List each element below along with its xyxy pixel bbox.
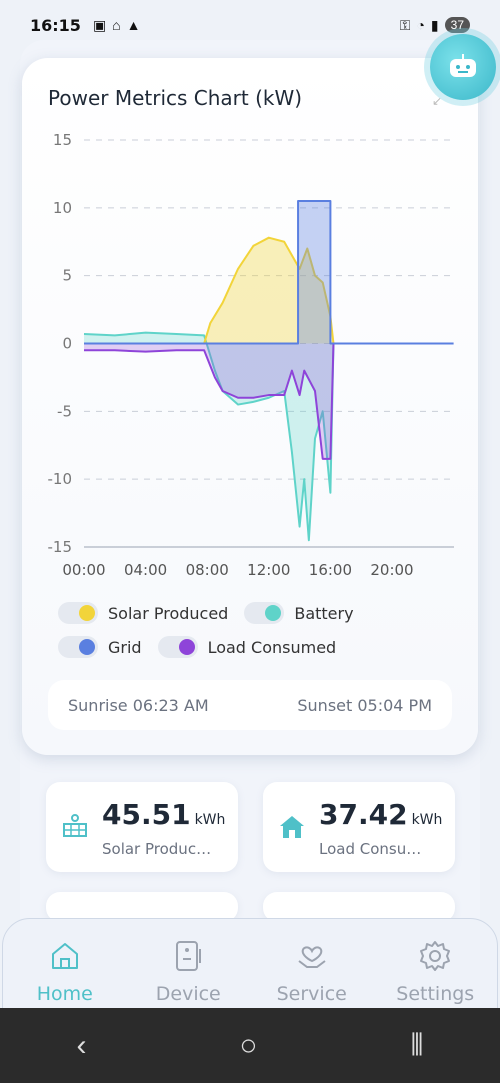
sun-times-box: Sunrise 06:23 AM Sunset 05:04 PM xyxy=(48,680,452,730)
stat-unit: kWh xyxy=(411,812,443,828)
legend-label: Solar Produced xyxy=(108,603,229,623)
battery-badge: 37 xyxy=(444,17,470,33)
back-icon[interactable]: ‹ xyxy=(76,1029,86,1063)
solar-toggle[interactable] xyxy=(58,602,98,624)
service-icon xyxy=(298,946,326,968)
nav-label: Service xyxy=(276,983,347,1005)
power-metrics-card: Power Metrics Chart (kW) ↙ 15 10 5 0 -5 -10 -1… xyxy=(22,58,478,755)
screenshot-icon: ▣ xyxy=(92,16,107,33)
stat-value: 37.42 kWh xyxy=(319,798,442,831)
alert-icon: ▲ xyxy=(126,16,141,33)
nav-label: Settings xyxy=(396,983,475,1005)
toggle-knob xyxy=(265,605,282,621)
x-tick-label: 20:00 xyxy=(370,561,413,579)
y-tick-label: 10 xyxy=(53,199,72,217)
home-icon xyxy=(51,943,78,969)
legend-row: Solar Produced Battery xyxy=(58,596,458,630)
x-tick-label: 04:00 xyxy=(124,561,167,579)
nav-label: Home xyxy=(36,983,93,1005)
key-icon: ⚿ xyxy=(399,16,411,33)
chat-assistant-button[interactable] xyxy=(430,34,496,100)
nav-service[interactable]: Service xyxy=(257,939,367,1017)
recents-icon[interactable]: ⦀ xyxy=(410,1029,423,1063)
house-icon xyxy=(280,816,304,838)
y-tick-label: -5 xyxy=(57,402,72,420)
y-tick-label: 15 xyxy=(53,131,72,149)
wifi-icon: ◔ xyxy=(416,17,425,33)
legend-grid[interactable]: Grid xyxy=(58,636,142,658)
legend-load[interactable]: Load Consumed xyxy=(157,636,337,658)
stat-number: 45.51 xyxy=(102,798,191,831)
legend-label: Load Consumed xyxy=(207,637,337,657)
legend-battery[interactable]: Battery xyxy=(244,602,354,624)
stat-label: Load Consu… xyxy=(319,840,422,858)
legend-label: Battery xyxy=(294,603,354,623)
sunset-text: Sunset 05:04 PM xyxy=(297,695,432,715)
robot-icon xyxy=(450,54,476,77)
toggle-knob xyxy=(178,639,195,655)
legend-solar[interactable]: Solar Produced xyxy=(58,602,228,624)
chart-legend: Solar Produced Battery Grid Load Consume… xyxy=(58,596,458,664)
battery-toggle[interactable] xyxy=(244,602,285,624)
load-consumed-card[interactable]: 37.42 kWh Load Consu… xyxy=(263,782,455,872)
x-tick-label: 16:00 xyxy=(309,561,352,579)
x-tick-label: 08:00 xyxy=(186,561,229,579)
x-tick-label: 00:00 xyxy=(62,561,105,579)
solar-panel-icon xyxy=(63,814,87,837)
gear-icon xyxy=(420,941,451,971)
stat-number: 37.42 xyxy=(319,798,408,831)
y-tick-label: -10 xyxy=(48,470,73,488)
system-icons: ⚿ ◔ ▮ 37 xyxy=(400,17,470,34)
toggle-knob xyxy=(79,605,95,621)
nav-label: Device xyxy=(155,983,221,1005)
home-circle-icon[interactable]: ○ xyxy=(239,1029,257,1063)
nav-settings[interactable]: Settings xyxy=(380,939,490,1017)
legend-row: Grid Load Consumed xyxy=(58,630,458,664)
y-tick-label: -15 xyxy=(48,538,73,556)
signal-icon: ▮ xyxy=(430,16,439,33)
y-tick-label: 0 xyxy=(62,335,72,353)
stat-value: 45.51 kWh xyxy=(102,798,225,831)
legend-label: Grid xyxy=(108,637,142,657)
stat-label: Solar Produc… xyxy=(102,840,212,858)
y-tick-label: 5 xyxy=(62,267,72,285)
status-time: 16:15 xyxy=(30,15,81,35)
nav-device[interactable]: Device xyxy=(133,939,243,1017)
app-icon: ⌂ xyxy=(112,16,121,33)
power-chart: 15 10 5 0 -5 -10 -15 00:00 04:00 08:00 12:00 16:00 2… xyxy=(48,131,454,579)
load-toggle[interactable] xyxy=(157,636,198,658)
x-tick-label: 12:00 xyxy=(247,561,290,579)
android-navigation-bar: ‹ ○ ⦀ xyxy=(0,1008,500,1083)
device-icon xyxy=(176,941,202,971)
solar-produced-card[interactable]: 45.51 kWh Solar Produc… xyxy=(46,782,238,872)
notification-icons: ▣ ⌂ ▲ xyxy=(93,17,141,34)
toggle-knob xyxy=(79,639,95,655)
grid-toggle[interactable] xyxy=(58,636,98,658)
stat-unit: kWh xyxy=(194,812,226,828)
sunrise-text: Sunrise 06:23 AM xyxy=(68,695,209,715)
nav-home[interactable]: Home xyxy=(10,939,120,1017)
bottom-navigation: Home Device Service Settings xyxy=(2,918,498,1018)
